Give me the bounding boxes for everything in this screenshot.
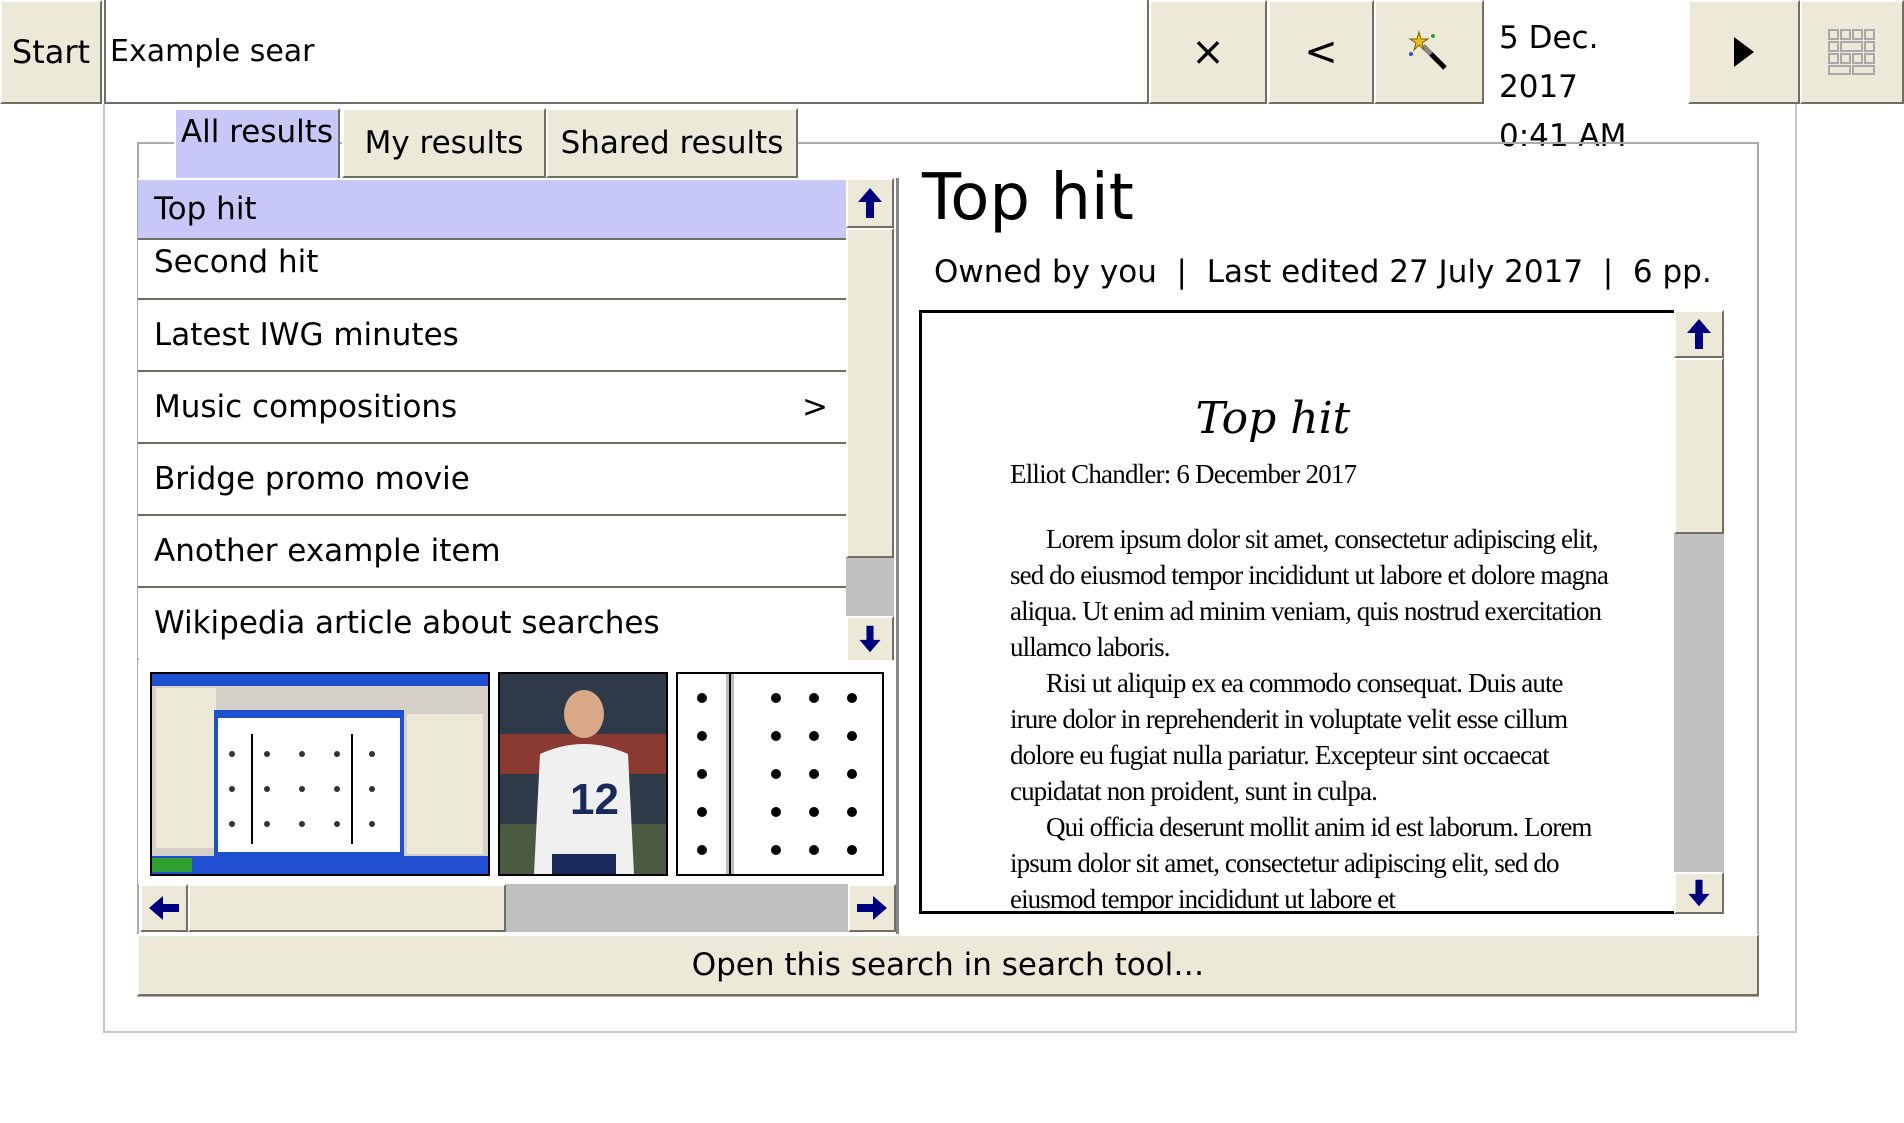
scroll-down-button[interactable]	[846, 616, 894, 662]
dot-pattern-image	[678, 674, 882, 874]
thumbnail-strip: 12	[138, 660, 894, 884]
list-item-label: Latest IWG minutes	[154, 317, 459, 353]
thumbnail-scrollbar[interactable]	[140, 884, 896, 932]
document-paragraph: Qui officia deserunt mollit anim id est …	[1010, 812, 1592, 914]
preview-scrollbar[interactable]	[1674, 310, 1724, 914]
list-item-label: Bridge promo movie	[154, 461, 470, 497]
pane-divider	[896, 178, 899, 934]
clear-search-button[interactable]: ×	[1149, 0, 1267, 104]
start-button[interactable]: Start	[0, 0, 102, 104]
list-item-another-example[interactable]: Another example item	[138, 516, 846, 588]
scroll-down-button[interactable]	[1674, 872, 1724, 914]
scroll-up-button[interactable]	[846, 178, 894, 228]
dot-pattern-thumbnail[interactable]	[676, 672, 884, 876]
document-author: Elliot Chandler: 6 December 2017	[1010, 459, 1357, 489]
list-item-top-hit[interactable]: Top hit	[138, 178, 846, 240]
scroll-left-button[interactable]	[140, 884, 188, 932]
arrow-up-icon	[1687, 319, 1711, 349]
list-item-music-compositions[interactable]: Music compositions >	[138, 372, 846, 444]
list-item-iwg-minutes[interactable]: Latest IWG minutes	[138, 300, 846, 372]
apps-grid-button[interactable]	[1800, 0, 1904, 104]
football-player-photo: 12	[500, 674, 666, 874]
scroll-thumb[interactable]	[188, 884, 506, 932]
svg-text:12: 12	[570, 775, 619, 824]
list-item-label: Top hit	[154, 191, 257, 227]
screenshot-thumbnail[interactable]	[150, 672, 490, 876]
arrow-down-icon	[859, 625, 881, 653]
play-icon	[1734, 37, 1754, 67]
date-label: 5 Dec. 2017	[1499, 20, 1599, 105]
scroll-up-button[interactable]	[1674, 310, 1724, 358]
back-button[interactable]: <	[1268, 0, 1374, 104]
magic-wand-button[interactable]	[1374, 0, 1484, 104]
chevron-right-icon: >	[802, 389, 828, 425]
scroll-right-button[interactable]	[848, 884, 896, 932]
search-input[interactable]	[104, 0, 1149, 104]
grid-icon	[1828, 29, 1875, 75]
arrow-right-icon	[857, 896, 887, 920]
magic-wand-icon	[1408, 30, 1447, 70]
arrow-up-icon	[858, 188, 882, 218]
document-paragraph: Lorem ipsum dolor sit amet, consectetur …	[1010, 524, 1609, 662]
document-body: Lorem ipsum dolor sit amet, consectetur …	[1010, 521, 1610, 914]
results-list: Top hit Second hit Latest IWG minutes Mu…	[138, 178, 846, 658]
arrow-down-icon	[1688, 879, 1710, 907]
photo-thumbnail[interactable]: 12	[498, 672, 668, 876]
list-item-label: Second hit	[154, 244, 319, 280]
forward-button[interactable]	[1688, 0, 1800, 104]
list-item-second-hit[interactable]: Second hit	[138, 240, 846, 300]
date-time-display: 5 Dec. 2017 0:41 AM	[1486, 0, 1686, 154]
scroll-thumb[interactable]	[846, 228, 894, 558]
results-list-scrollbar[interactable]	[846, 178, 894, 662]
list-item-label: Wikipedia article about searches	[154, 605, 660, 641]
list-item-label: Music compositions	[154, 389, 458, 425]
list-item-bridge-promo[interactable]: Bridge promo movie	[138, 444, 846, 516]
preview-metadata: Owned by you | Last edited 27 July 2017 …	[934, 254, 1712, 290]
tab-my-results[interactable]: My results	[342, 108, 546, 178]
close-icon: ×	[1191, 29, 1225, 75]
screenshot-image	[152, 674, 488, 874]
document-title: Top hit	[1195, 393, 1351, 444]
list-item-label: Another example item	[154, 533, 501, 569]
list-item-wikipedia-article[interactable]: Wikipedia article about searches	[138, 588, 846, 658]
scroll-thumb[interactable]	[1674, 358, 1724, 534]
document-paragraph: Risi ut aliquip ex ea commodo consequat.…	[1010, 668, 1568, 806]
tab-shared-results[interactable]: Shared results	[546, 108, 798, 178]
chevron-left-icon: <	[1304, 29, 1338, 75]
tab-all-results[interactable]: All results	[174, 108, 340, 178]
arrow-left-icon	[149, 896, 179, 920]
preview-title: Top hit	[922, 161, 1134, 235]
document-preview: Top hit Elliot Chandler: 6 December 2017…	[919, 310, 1675, 914]
open-in-search-tool-button[interactable]: Open this search in search tool…	[137, 934, 1759, 996]
